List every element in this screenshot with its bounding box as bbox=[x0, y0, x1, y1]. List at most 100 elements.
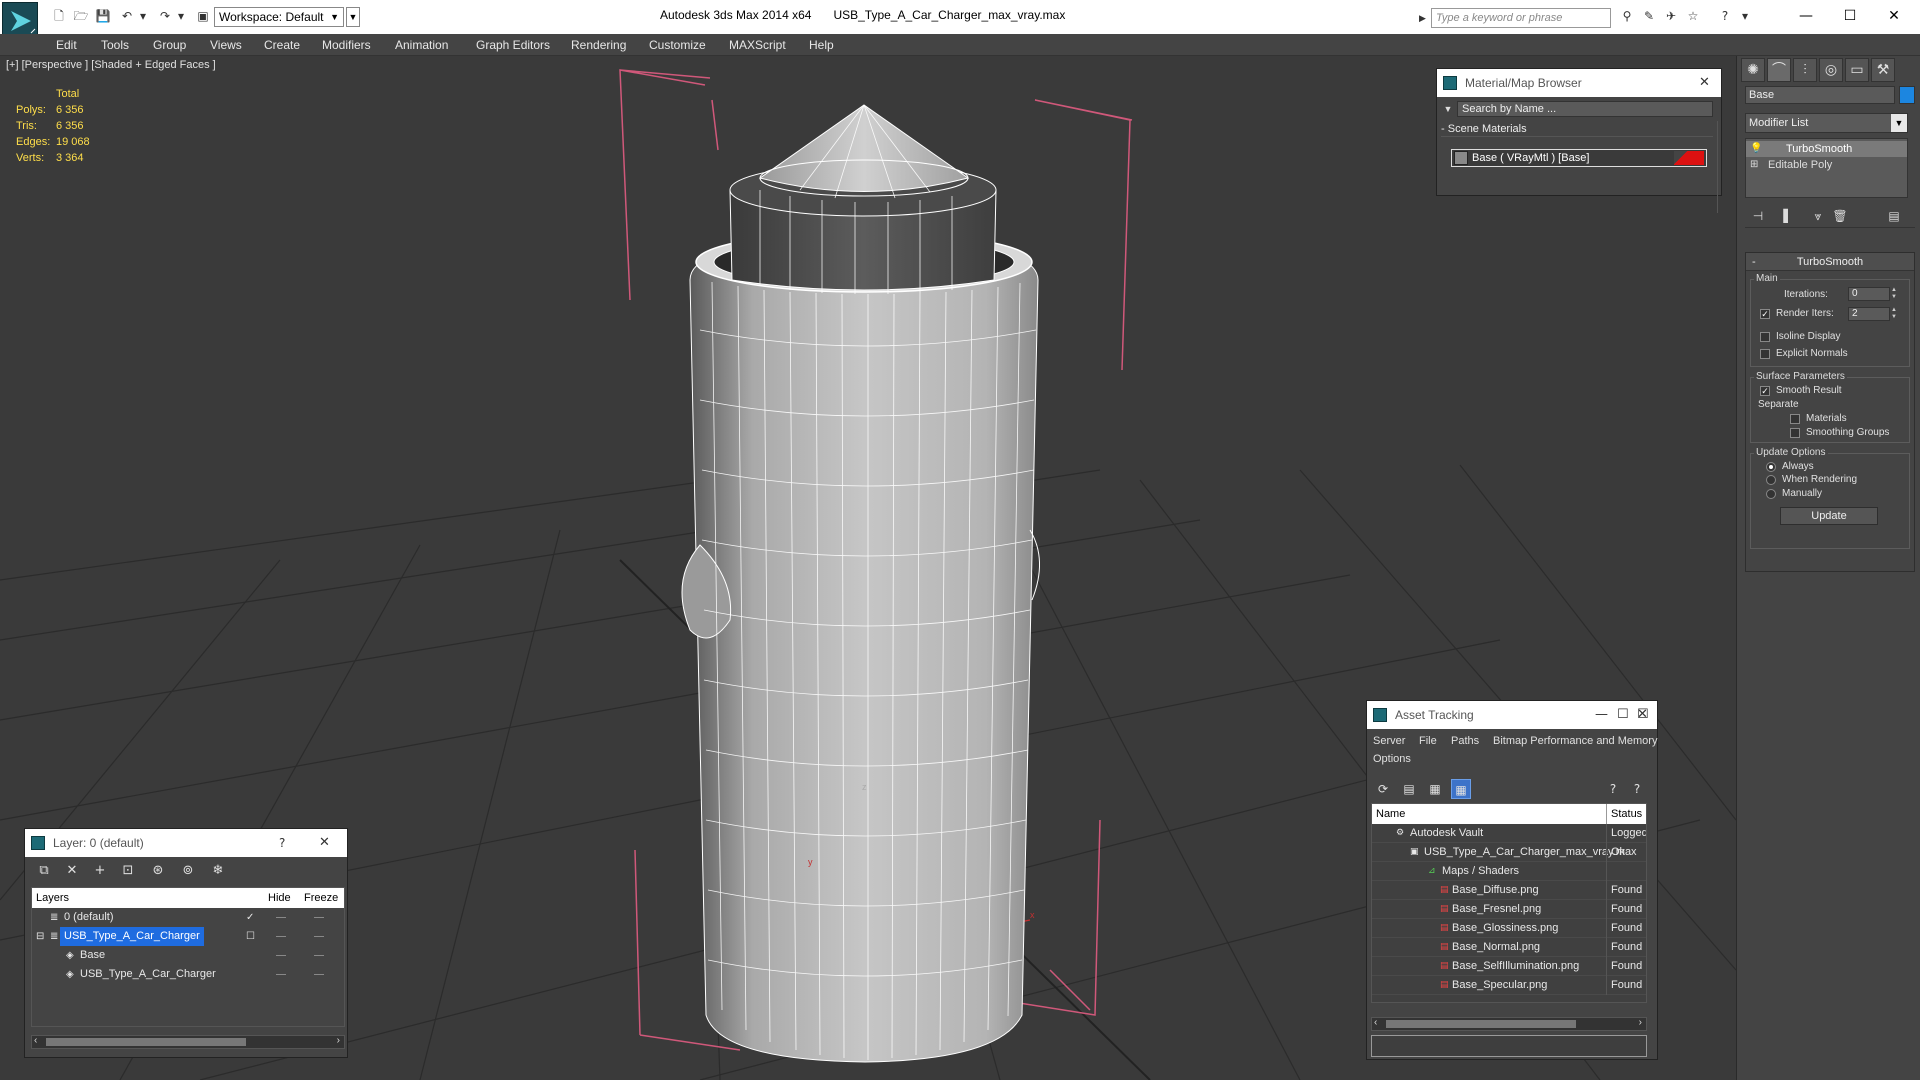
column-name[interactable]: Name bbox=[1376, 804, 1405, 824]
table-row[interactable]: ▤ Base_Fresnel.png Found bbox=[1372, 900, 1646, 919]
lightbulb-icon[interactable]: 💡 bbox=[1750, 141, 1762, 157]
material-item[interactable]: Base ( VRayMtl ) [Base] bbox=[1451, 149, 1707, 167]
active-layer-check-icon[interactable]: ✓ bbox=[246, 908, 254, 927]
stack-item-editable-poly[interactable]: ⊞ Editable Poly bbox=[1746, 157, 1907, 173]
column-layers[interactable]: Layers bbox=[36, 888, 69, 908]
options-help-icon[interactable]: ? bbox=[1627, 779, 1647, 799]
layer-row[interactable]: ◈ Base bbox=[32, 946, 344, 965]
menu-file[interactable]: File bbox=[1419, 735, 1437, 747]
menu-tools[interactable]: Tools bbox=[101, 38, 129, 52]
menu-customize[interactable]: Customize bbox=[649, 38, 706, 52]
table-row[interactable]: ⊿ Maps / Shaders bbox=[1372, 862, 1646, 881]
window-titlebar[interactable]: Asset Tracking — ☐ ✕ bbox=[1367, 701, 1657, 729]
show-end-result-icon[interactable]: ▌ bbox=[1777, 206, 1799, 226]
rollout-header[interactable]: - TurboSmooth bbox=[1746, 253, 1914, 271]
menu-graph-editors[interactable]: Graph Editors bbox=[476, 38, 550, 52]
manually-radio[interactable] bbox=[1766, 489, 1776, 499]
help-icon[interactable]: ? bbox=[1716, 9, 1734, 23]
spinner-arrows-icon[interactable]: ▲ ▼ bbox=[1890, 287, 1898, 301]
freeze-toggle[interactable] bbox=[314, 955, 324, 956]
add-to-layer-icon[interactable]: + bbox=[89, 861, 111, 881]
favorites-star-icon[interactable]: ☆ bbox=[1684, 9, 1702, 23]
column-freeze[interactable]: Freeze bbox=[304, 888, 338, 908]
scroll-left-icon[interactable]: ‹ bbox=[1374, 1017, 1377, 1028]
table-view-icon[interactable]: ▦ bbox=[1451, 779, 1471, 799]
search-input[interactable]: Type a keyword or phrase bbox=[1431, 8, 1611, 28]
always-radio[interactable] bbox=[1766, 462, 1776, 472]
horizontal-scrollbar[interactable]: ‹ › bbox=[31, 1035, 345, 1049]
menu-animation[interactable]: Animation bbox=[395, 38, 448, 52]
make-unique-icon[interactable]: ⩔ bbox=[1807, 206, 1829, 226]
highlight-layer-icon[interactable]: ⊛ bbox=[147, 861, 169, 881]
menu-paths[interactable]: Paths bbox=[1451, 735, 1479, 747]
communication-icon[interactable]: ✈ bbox=[1662, 9, 1680, 23]
window-titlebar[interactable]: Layer: 0 (default) ? ✕ bbox=[25, 829, 347, 857]
menu-group[interactable]: Group bbox=[153, 38, 186, 52]
freeze-toggle[interactable] bbox=[314, 917, 324, 918]
menu-views[interactable]: Views bbox=[210, 38, 242, 52]
delete-layer-icon[interactable]: ✕ bbox=[61, 861, 83, 881]
hide-toggle[interactable] bbox=[276, 936, 286, 937]
undo-dropdown-icon[interactable]: ▾ bbox=[134, 9, 152, 23]
menu-bitmap-performance[interactable]: Bitmap Performance and Memory bbox=[1493, 735, 1657, 747]
hide-toggle[interactable] bbox=[276, 974, 286, 975]
new-layer-icon[interactable]: ⧉ bbox=[33, 861, 55, 881]
scrollbar[interactable] bbox=[1717, 121, 1725, 213]
table-row[interactable]: ⚙ Autodesk Vault Logged C bbox=[1372, 824, 1646, 843]
smooth-result-checkbox[interactable]: ✓ bbox=[1760, 386, 1770, 396]
render-iters-spinner[interactable]: 2 bbox=[1848, 307, 1890, 321]
iterations-spinner[interactable]: 0 bbox=[1848, 287, 1890, 301]
layer-row[interactable]: ◈ USB_Type_A_Car_Charger bbox=[32, 965, 344, 984]
close-icon[interactable]: ✕ bbox=[1699, 69, 1710, 97]
thumbnail-view-icon[interactable]: ▦ bbox=[1425, 779, 1445, 799]
close-button[interactable]: ✕ bbox=[1874, 4, 1914, 28]
scene-materials-group[interactable]: - Scene Materials bbox=[1441, 121, 1713, 137]
save-icon[interactable]: 💾 bbox=[94, 9, 112, 23]
close-icon[interactable]: ✕ bbox=[1637, 707, 1648, 722]
table-row[interactable]: ▤ Base_SelfIllumination.png Found bbox=[1372, 957, 1646, 976]
table-row[interactable]: ▤ Base_Normal.png Found bbox=[1372, 938, 1646, 957]
filter-icon[interactable]: ▼ bbox=[1441, 101, 1455, 117]
set-active-layer-icon[interactable]: ☐ bbox=[246, 927, 255, 946]
when-rendering-radio[interactable] bbox=[1766, 475, 1776, 485]
hide-all-icon[interactable]: ⊚ bbox=[177, 861, 199, 881]
project-folder-icon[interactable]: ▣ bbox=[194, 9, 212, 23]
freeze-toggle[interactable] bbox=[314, 936, 324, 937]
help-dropdown-icon[interactable]: ▾ bbox=[1736, 9, 1754, 23]
column-status[interactable]: Status bbox=[1611, 804, 1642, 824]
render-iters-checkbox[interactable]: ✓ bbox=[1760, 309, 1770, 319]
table-row[interactable]: ▤ Base_Glossiness.png Found bbox=[1372, 919, 1646, 938]
help-icon[interactable]: ? bbox=[1603, 779, 1623, 799]
collapse-icon[interactable]: ⊟ bbox=[36, 927, 44, 946]
minimize-icon[interactable]: — bbox=[1595, 701, 1608, 729]
layer-row[interactable]: ⊟ ≣ USB_Type_A_Car_Charger ☐ bbox=[32, 927, 344, 946]
app-logo-icon[interactable] bbox=[2, 2, 38, 38]
quick-access-customize-button[interactable]: ▼ bbox=[346, 7, 360, 27]
search-expand-icon[interactable]: ▶ bbox=[1419, 8, 1431, 28]
select-objects-icon[interactable]: ⊡ bbox=[117, 861, 139, 881]
freeze-all-icon[interactable]: ❄ bbox=[207, 861, 229, 881]
scroll-right-icon[interactable]: › bbox=[1639, 1017, 1642, 1028]
motion-tab-icon[interactable]: ◎ bbox=[1819, 58, 1843, 82]
menu-options[interactable]: Options bbox=[1373, 753, 1411, 765]
table-row[interactable]: ▤ Base_Specular.png Found bbox=[1372, 976, 1646, 995]
scroll-thumb[interactable] bbox=[46, 1038, 246, 1046]
column-hide[interactable]: Hide bbox=[268, 888, 291, 908]
subscription-icon[interactable]: ✎ bbox=[1640, 9, 1658, 23]
modify-tab-icon[interactable]: ⌒ bbox=[1767, 58, 1791, 82]
smoothing-groups-checkbox[interactable] bbox=[1790, 428, 1800, 438]
object-color-swatch[interactable] bbox=[1899, 86, 1915, 104]
viewport-label[interactable]: [+] [Perspective ] [Shaded + Edged Faces… bbox=[6, 59, 216, 71]
maximize-button[interactable]: ☐ bbox=[1830, 4, 1870, 28]
scroll-left-icon[interactable]: ‹ bbox=[34, 1035, 37, 1046]
object-name-field[interactable]: Base bbox=[1745, 86, 1895, 104]
hierarchy-tab-icon[interactable]: ⫶ bbox=[1793, 58, 1817, 82]
isoline-display-checkbox[interactable] bbox=[1760, 332, 1770, 342]
remove-modifier-icon[interactable]: 🗑 bbox=[1829, 206, 1851, 226]
display-tab-icon[interactable]: ▭ bbox=[1845, 58, 1869, 82]
materials-checkbox[interactable] bbox=[1790, 414, 1800, 424]
menu-maxscript[interactable]: MAXScript bbox=[729, 38, 786, 52]
spinner-arrows-icon[interactable]: ▲ ▼ bbox=[1890, 307, 1898, 321]
menu-rendering[interactable]: Rendering bbox=[571, 38, 626, 52]
create-tab-icon[interactable]: ✺ bbox=[1741, 58, 1765, 82]
